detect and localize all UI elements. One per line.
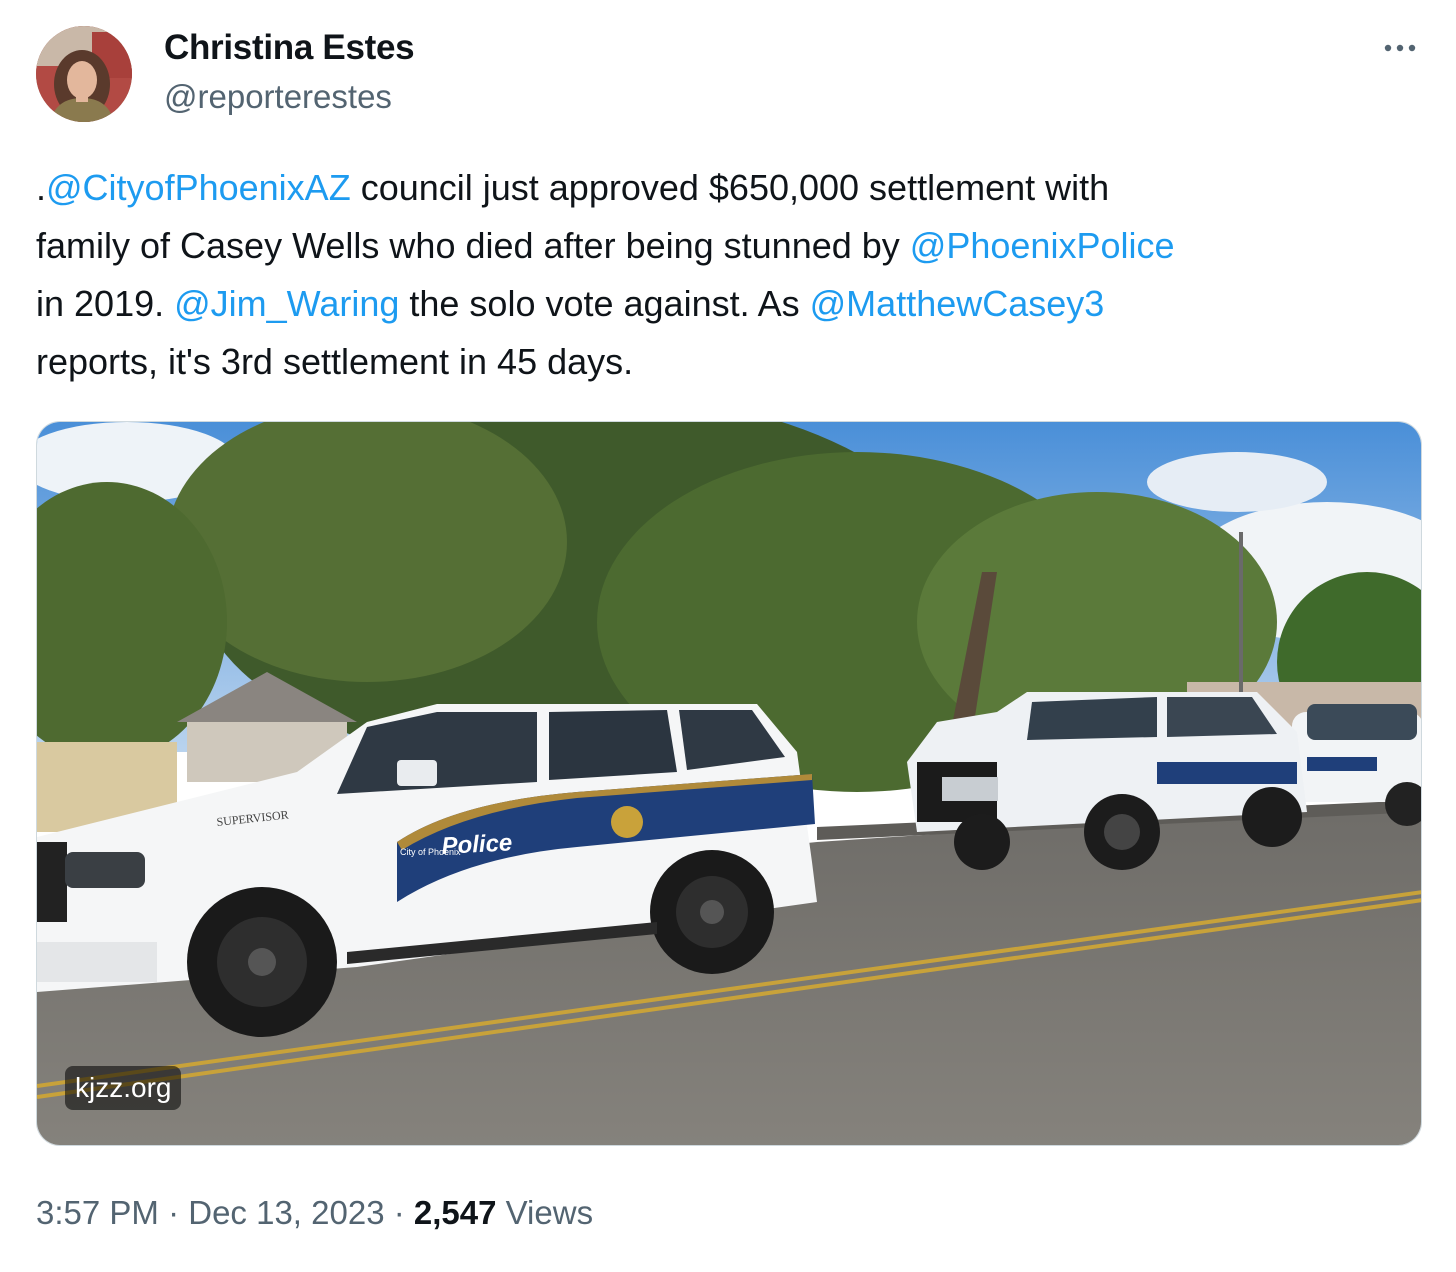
tweet-meta: 3:57 PM · Dec 13, 2023 · 2,547 Views bbox=[36, 1193, 593, 1233]
more-button[interactable] bbox=[1376, 30, 1424, 66]
avatar-photo bbox=[36, 26, 132, 122]
domain-badge: kjzz.org bbox=[65, 1066, 182, 1110]
tweet-text-segment: in 2019. bbox=[36, 283, 175, 324]
meta-separator: · bbox=[158, 1194, 189, 1231]
tweet-line: reports, it's 3rd settlement in 45 days. bbox=[36, 333, 1426, 391]
mention-phoenixpolice[interactable]: @PhoenixPolice bbox=[910, 225, 1175, 266]
tweet-text-segment: family of Casey Wells who died after bei… bbox=[36, 225, 910, 266]
more-horizontal-icon bbox=[1384, 44, 1416, 52]
mention-matthewcasey3[interactable]: @MatthewCasey3 bbox=[810, 283, 1105, 324]
tweet-text-segment: reports, it's 3rd settlement in 45 days. bbox=[36, 341, 634, 382]
mention-cityofphoenixaz[interactable]: @CityofPhoenixAZ bbox=[46, 167, 351, 208]
views-label: Views bbox=[505, 1194, 594, 1231]
police-vehicles-photo: SUPERVISOR City of Phoenix Police bbox=[37, 422, 1421, 1145]
tweet-time[interactable]: 3:57 PM bbox=[36, 1194, 159, 1231]
tweet-date[interactable]: Dec 13, 2023 bbox=[188, 1194, 384, 1231]
tweet-text: .@CityofPhoenixAZ council just approved … bbox=[36, 159, 1426, 391]
tweet-text-segment: . bbox=[36, 167, 47, 208]
tweet-text-segment: council just approved $650,000 settlemen… bbox=[350, 167, 1110, 208]
tweet-line: family of Casey Wells who died after bei… bbox=[36, 217, 1426, 275]
tweet-line: .@CityofPhoenixAZ council just approved … bbox=[36, 159, 1426, 217]
mention-jim-waring[interactable]: @Jim_Waring bbox=[174, 283, 399, 324]
tweet-line: in 2019. @Jim_Waring the solo vote again… bbox=[36, 275, 1426, 333]
author-handle[interactable]: @reporterestes bbox=[164, 78, 392, 116]
author-name[interactable]: Christina Estes bbox=[164, 28, 415, 68]
tweet-text-segment: the solo vote against. As bbox=[399, 283, 810, 324]
link-card-image[interactable]: SUPERVISOR City of Phoenix Police kjzz.o… bbox=[36, 421, 1422, 1146]
meta-separator: · bbox=[384, 1194, 414, 1231]
vehicle-police-text: Police bbox=[441, 829, 513, 860]
avatar[interactable] bbox=[36, 26, 132, 122]
views-count: 2,547 bbox=[413, 1194, 497, 1231]
